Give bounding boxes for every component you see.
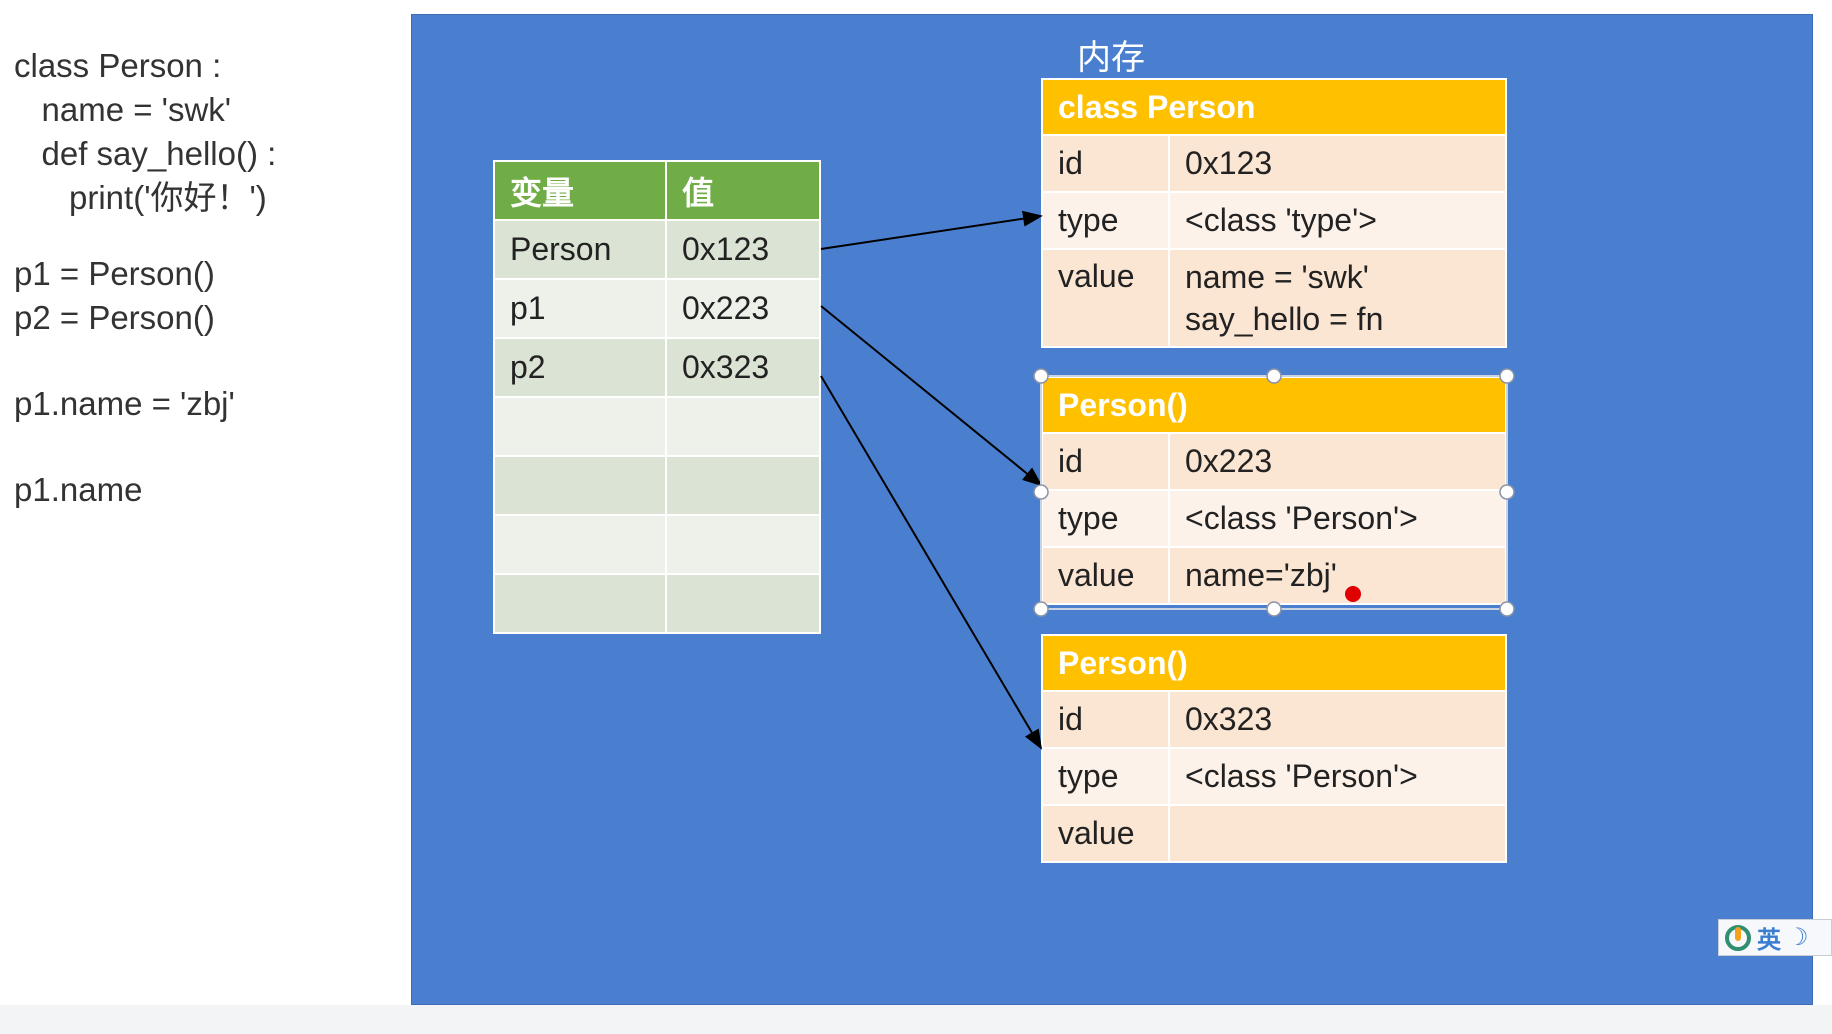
selection-box[interactable]	[1040, 375, 1508, 610]
laser-pointer	[1345, 586, 1361, 602]
resize-handles[interactable]	[1033, 368, 1515, 617]
moon-icon[interactable]: ☽	[1787, 923, 1809, 952]
ime-toolbar[interactable]: 英 ☽	[1718, 919, 1832, 956]
arrow-p2	[820, 375, 1043, 750]
overlay	[820, 210, 1515, 750]
arrow-person	[820, 210, 1043, 250]
ime-logo-icon	[1725, 924, 1751, 951]
arrow-p1	[820, 305, 1043, 487]
ime-mode[interactable]: 英	[1757, 920, 1781, 955]
